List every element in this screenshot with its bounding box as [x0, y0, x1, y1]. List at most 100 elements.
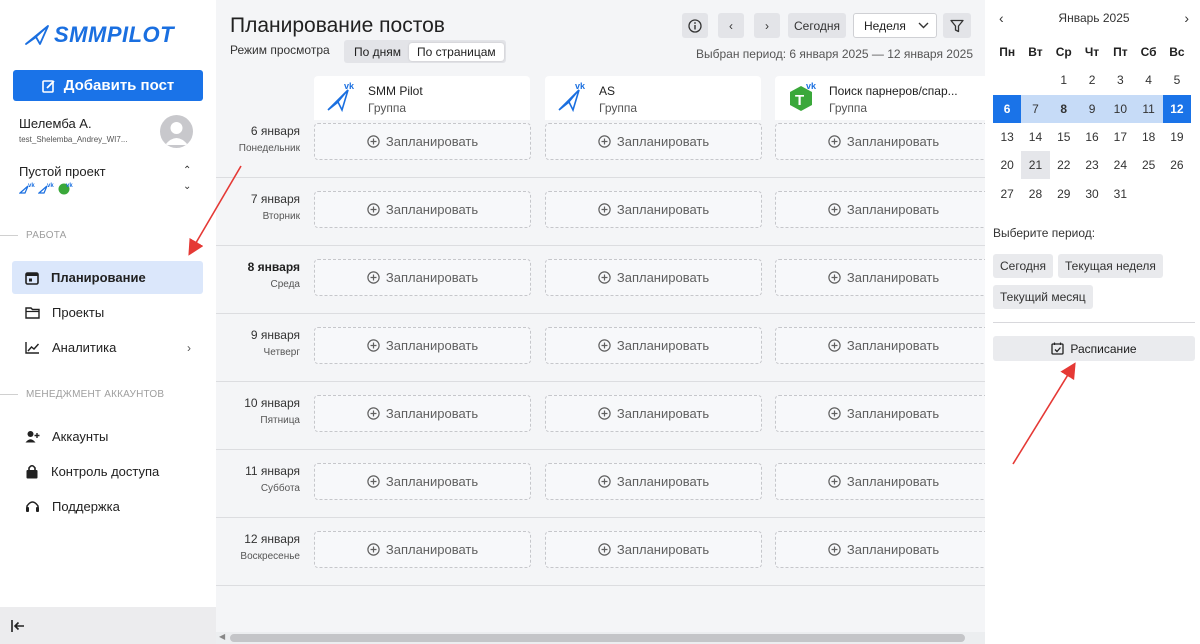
schedule-post-button[interactable]: Запланировать: [545, 395, 762, 432]
schedule-post-button[interactable]: Запланировать: [545, 531, 762, 568]
calendar-day[interactable]: 16: [1078, 123, 1106, 151]
plus-circle-icon: [367, 475, 380, 488]
sidebar-item-accounts[interactable]: Аккаунты: [12, 420, 203, 453]
add-post-button[interactable]: Добавить пост: [13, 70, 203, 101]
prev-month-button[interactable]: ‹: [999, 10, 1004, 26]
schedule-post-button[interactable]: Запланировать: [314, 123, 531, 160]
schedule-post-button[interactable]: Запланировать: [545, 463, 762, 500]
scrollbar-thumb[interactable]: [230, 634, 965, 642]
schedule-button[interactable]: Расписание: [993, 336, 1195, 361]
calendar-day[interactable]: 5: [1163, 66, 1191, 94]
period-chip-current-month[interactable]: Текущий месяц: [993, 285, 1093, 309]
calendar-day[interactable]: 4: [1134, 66, 1162, 94]
horizontal-scrollbar[interactable]: ◀: [216, 632, 985, 644]
sidebar-item-label: Планирование: [51, 270, 146, 285]
prev-period-button[interactable]: ‹: [718, 13, 744, 38]
schedule-post-button[interactable]: Запланировать: [545, 123, 762, 160]
calendar-day[interactable]: 6: [993, 94, 1022, 123]
calendar-day[interactable]: 14: [1021, 123, 1049, 151]
avatar[interactable]: [160, 115, 193, 148]
schedule-post-button[interactable]: Запланировать: [314, 327, 531, 364]
chevron-up-icon[interactable]: ⌃: [183, 163, 191, 179]
today-button[interactable]: Сегодня: [788, 13, 846, 38]
calendar-day[interactable]: 2: [1078, 66, 1106, 94]
calendar-week-row: 27 28 29 30 31: [993, 179, 1196, 207]
calendar-weekday: Сб: [1140, 45, 1157, 60]
plus-circle-icon: [598, 543, 611, 556]
period-chip-today[interactable]: Сегодня: [993, 254, 1053, 278]
calendar-day[interactable]: 18: [1134, 123, 1162, 151]
sidebar-item-label: Аккаунты: [52, 429, 109, 444]
schedule-post-button[interactable]: Запланировать: [775, 463, 985, 500]
project-name[interactable]: Пустой проект: [19, 164, 106, 179]
calendar-day[interactable]: 22: [1050, 151, 1078, 179]
filter-button[interactable]: [943, 13, 971, 38]
schedule-post-button[interactable]: Запланировать: [775, 395, 985, 432]
view-mode-by-pages[interactable]: По страницам: [409, 42, 504, 61]
view-mode-by-days[interactable]: По дням: [346, 43, 409, 61]
calendar-day[interactable]: 13: [993, 123, 1021, 151]
calendar-day[interactable]: 12: [1162, 94, 1192, 123]
headset-icon: [26, 501, 39, 512]
schedule-post-button[interactable]: Запланировать: [545, 259, 762, 296]
next-period-button[interactable]: ›: [754, 13, 780, 38]
calendar-day[interactable]: 26: [1163, 151, 1191, 179]
schedule-post-button[interactable]: Запланировать: [545, 191, 762, 228]
calendar-day[interactable]: 1: [1050, 66, 1078, 94]
scroll-left-icon[interactable]: ◀: [219, 632, 225, 641]
schedule-post-button[interactable]: Запланировать: [775, 259, 985, 296]
schedule-post-button[interactable]: Запланировать: [775, 531, 985, 568]
calendar-day[interactable]: 23: [1078, 151, 1106, 179]
day-row: 11 января Суббота Запланировать Запланирова…: [216, 450, 985, 518]
calendar-day[interactable]: 20: [993, 151, 1021, 179]
calendar-day[interactable]: 29: [1050, 179, 1078, 207]
info-button[interactable]: [682, 13, 708, 38]
calendar-day[interactable]: 9: [1077, 94, 1107, 123]
sidebar-item-support[interactable]: Поддержка: [12, 490, 203, 523]
calendar-day[interactable]: 11: [1134, 94, 1163, 123]
calendar-day[interactable]: 27: [993, 179, 1021, 207]
sidebar-item-projects[interactable]: Проекты: [12, 296, 203, 329]
schedule-post-button[interactable]: Запланировать: [775, 123, 985, 160]
schedule-post-button[interactable]: Запланировать: [314, 531, 531, 568]
schedule-post-button[interactable]: Запланировать: [314, 395, 531, 432]
calendar-day[interactable]: 25: [1134, 151, 1162, 179]
calendar-day[interactable]: 24: [1106, 151, 1134, 179]
calendar-day[interactable]: 21: [1021, 151, 1050, 180]
schedule-post-label: Запланировать: [846, 474, 940, 489]
collapse-sidebar-button[interactable]: [0, 607, 216, 644]
schedule-post-label: Запланировать: [385, 202, 479, 217]
calendar-day[interactable]: 28: [1021, 179, 1049, 207]
calendar-day[interactable]: 3: [1106, 66, 1134, 94]
calendar-day[interactable]: 30: [1078, 179, 1106, 207]
project-switcher[interactable]: ⌃ ⌄: [183, 163, 191, 195]
schedule-post-button[interactable]: Запланировать: [775, 327, 985, 364]
schedule-post-button[interactable]: Запланировать: [314, 191, 531, 228]
plus-circle-icon: [367, 543, 380, 556]
calendar-day[interactable]: 8: [1049, 94, 1078, 123]
calendar-day[interactable]: 10: [1106, 94, 1135, 123]
period-chip-current-week[interactable]: Текущая неделя: [1058, 254, 1163, 278]
day-row: 7 января Вторник Запланировать Запланироват…: [216, 178, 985, 246]
sidebar-item-access-control[interactable]: Контроль доступа: [12, 455, 203, 488]
view-mode-toggle[interactable]: По дням По страницам: [344, 40, 506, 63]
chevron-down-icon[interactable]: ⌄: [183, 179, 191, 195]
day-date: 9 января: [250, 328, 300, 342]
schedule-post-button[interactable]: Запланировать: [314, 259, 531, 296]
sidebar-item-analytics[interactable]: Аналитика ›: [12, 331, 203, 364]
calendar-day[interactable]: 17: [1106, 123, 1134, 151]
plus-circle-icon: [828, 339, 841, 352]
schedule-post-button[interactable]: Запланировать: [545, 327, 762, 364]
range-select[interactable]: Неделя: [853, 13, 937, 38]
calendar-day[interactable]: 31: [1106, 179, 1134, 207]
plus-circle-icon: [598, 203, 611, 216]
schedule-post-label: Запланировать: [385, 270, 479, 285]
calendar-day[interactable]: 15: [1050, 123, 1078, 151]
schedule-post-button[interactable]: Запланировать: [775, 191, 985, 228]
next-month-button[interactable]: ›: [1184, 10, 1189, 26]
sidebar-item-planning[interactable]: Планирование: [12, 261, 203, 294]
schedule-post-button[interactable]: Запланировать: [314, 463, 531, 500]
calendar-day[interactable]: 19: [1163, 123, 1191, 151]
logo[interactable]: SMMPILOT: [24, 22, 174, 48]
calendar-day[interactable]: 7: [1021, 94, 1050, 123]
